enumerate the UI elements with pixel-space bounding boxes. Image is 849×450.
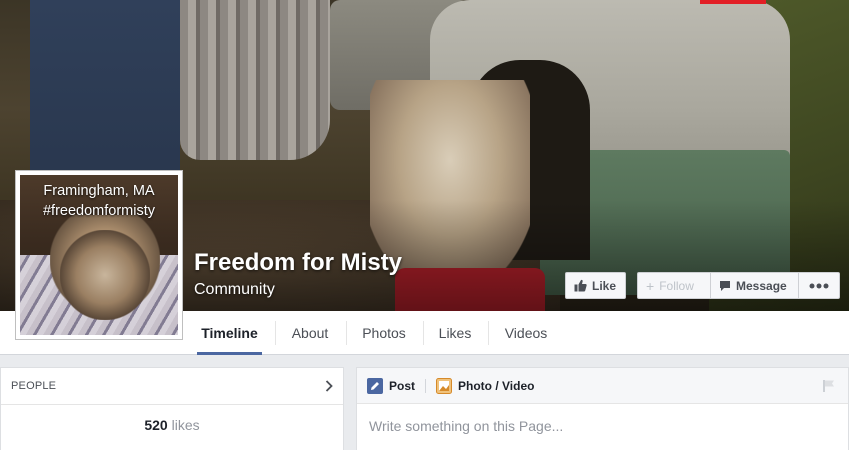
composer-tab-photo-video[interactable]: Photo / Video <box>436 377 535 394</box>
likes-label: likes <box>171 417 200 433</box>
flag-icon[interactable] <box>822 379 836 393</box>
more-options-button[interactable] <box>798 272 840 299</box>
composer-tab-post[interactable]: Post <box>367 377 416 394</box>
profile-caption-hashtag: #freedomformisty <box>42 203 155 219</box>
chevron-right-icon[interactable] <box>325 380 333 392</box>
page-category[interactable]: Community <box>194 281 275 299</box>
message-label: Message <box>736 278 787 293</box>
profile-caption-location: Framingham, MA <box>43 183 155 199</box>
profile-picture[interactable]: Framingham, MA #freedomformisty <box>15 170 183 340</box>
tab-divider <box>346 321 347 345</box>
profile-image: Framingham, MA #freedomformisty <box>20 175 178 335</box>
cover-person-shirt <box>180 0 330 160</box>
like-label: Like <box>592 278 617 293</box>
people-title: PEOPLE <box>11 380 57 392</box>
page-title[interactable]: Freedom for Misty <box>194 249 402 277</box>
like-button[interactable]: Like <box>565 272 626 299</box>
follow-label: Follow <box>659 278 694 293</box>
tab-divider <box>423 321 424 345</box>
photo-icon <box>436 377 453 394</box>
tab-videos[interactable]: Videos <box>498 311 554 355</box>
cover-red-strip <box>700 0 766 4</box>
follow-button[interactable]: + Follow <box>637 272 710 299</box>
composer-tabs: Post Photo / Video <box>357 368 848 404</box>
tab-timeline[interactable]: Timeline <box>197 311 262 355</box>
composer-divider <box>425 378 427 393</box>
message-button[interactable]: Message <box>710 272 798 299</box>
likes-count[interactable]: 520 <box>144 417 167 433</box>
tab-about[interactable]: About <box>285 311 335 355</box>
tab-photos[interactable]: Photos <box>356 311 412 355</box>
ellipsis-icon <box>809 283 829 288</box>
tab-divider <box>488 321 489 345</box>
pencil-icon <box>367 377 383 394</box>
post-label: Post <box>389 378 416 393</box>
message-icon <box>720 280 730 291</box>
thumbs-up-icon <box>574 279 587 292</box>
composer-input[interactable]: Write something on this Page... <box>357 404 848 448</box>
profile-dog-face <box>60 230 150 320</box>
tab-likes[interactable]: Likes <box>433 311 477 355</box>
likes-summary: 520 likes <box>1 405 343 433</box>
photo-video-label: Photo / Video <box>458 378 535 393</box>
people-header[interactable]: PEOPLE <box>1 368 343 405</box>
post-composer: Post Photo / Video Write something on th… <box>356 367 849 450</box>
plus-icon: + <box>646 277 655 294</box>
people-card: PEOPLE 520 likes <box>0 367 344 450</box>
tab-divider <box>275 321 276 345</box>
profile-caption: Framingham, MA #freedomformisty <box>20 181 178 221</box>
